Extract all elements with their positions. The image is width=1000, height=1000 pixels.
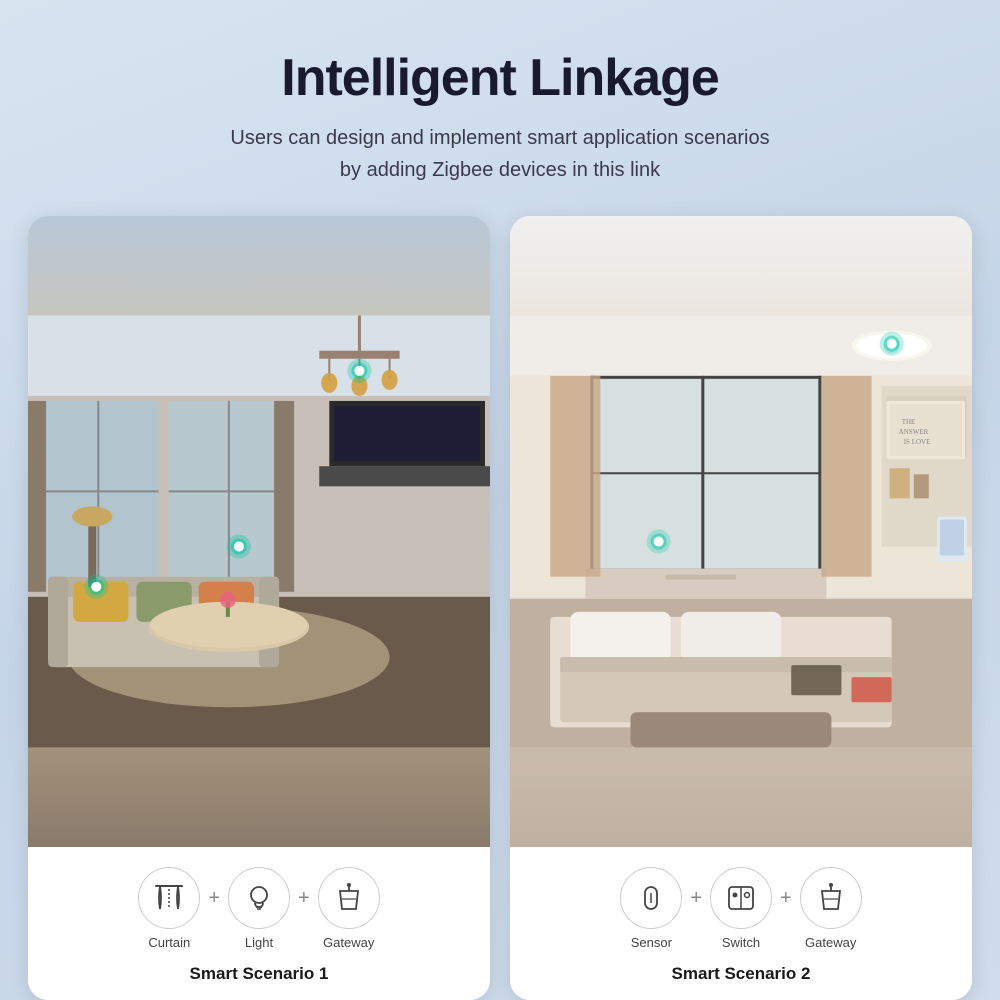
card-scenario-1: Curtain + Light + (28, 216, 490, 1000)
gateway-label-1: Gateway (323, 935, 374, 950)
sensor-icon-circle (620, 867, 682, 929)
card1-image (28, 216, 490, 847)
curtain-label: Curtain (148, 935, 190, 950)
plus-2: + (298, 887, 310, 910)
plus-3: + (690, 887, 702, 910)
card2-icon-switch: Switch (710, 867, 772, 950)
gateway-icon (332, 881, 366, 915)
curtain-icon-circle (138, 867, 200, 929)
card2-footer: Sensor + Switch + (510, 847, 972, 1000)
switch-label: Switch (722, 935, 760, 950)
curtain-icon (152, 881, 186, 915)
gateway-icon-circle (318, 867, 380, 929)
card2-icon-sensor: Sensor (620, 867, 682, 950)
light-label: Light (245, 935, 273, 950)
svg-text:IS LOVE: IS LOVE (904, 438, 931, 446)
gateway-icon-circle-2 (800, 867, 862, 929)
card1-icon-curtain: Curtain (138, 867, 200, 950)
card1-scenario-title: Smart Scenario 1 (44, 964, 474, 984)
header: Intelligent Linkage Users can design and… (170, 0, 829, 216)
card2-scenario-title: Smart Scenario 2 (526, 964, 956, 984)
gateway-icon-2 (814, 881, 848, 915)
card-scenario-2: THE ANSWER IS LOVE (510, 216, 972, 1000)
sensor-icon (634, 881, 668, 915)
main-title: Intelligent Linkage (230, 48, 769, 108)
switch-icon (724, 881, 758, 915)
card2-icons-row: Sensor + Switch + (526, 867, 956, 950)
light-icon-circle (228, 867, 290, 929)
switch-icon-circle (710, 867, 772, 929)
sensor-label: Sensor (631, 935, 672, 950)
card2-image: THE ANSWER IS LOVE (510, 216, 972, 847)
svg-text:ANSWER: ANSWER (899, 428, 929, 436)
svg-text:THE: THE (902, 418, 916, 426)
card1-icon-gateway: Gateway (318, 867, 380, 950)
card2-icon-gateway: Gateway (800, 867, 862, 950)
light-icon (242, 881, 276, 915)
plus-4: + (780, 887, 792, 910)
cards-container: Curtain + Light + (0, 216, 1000, 1000)
gateway-label-2: Gateway (805, 935, 856, 950)
card1-footer: Curtain + Light + (28, 847, 490, 1000)
plus-1: + (208, 887, 220, 910)
subtitle: Users can design and implement smart app… (230, 122, 769, 186)
card1-icons-row: Curtain + Light + (44, 867, 474, 950)
card1-icon-light: Light (228, 867, 290, 950)
